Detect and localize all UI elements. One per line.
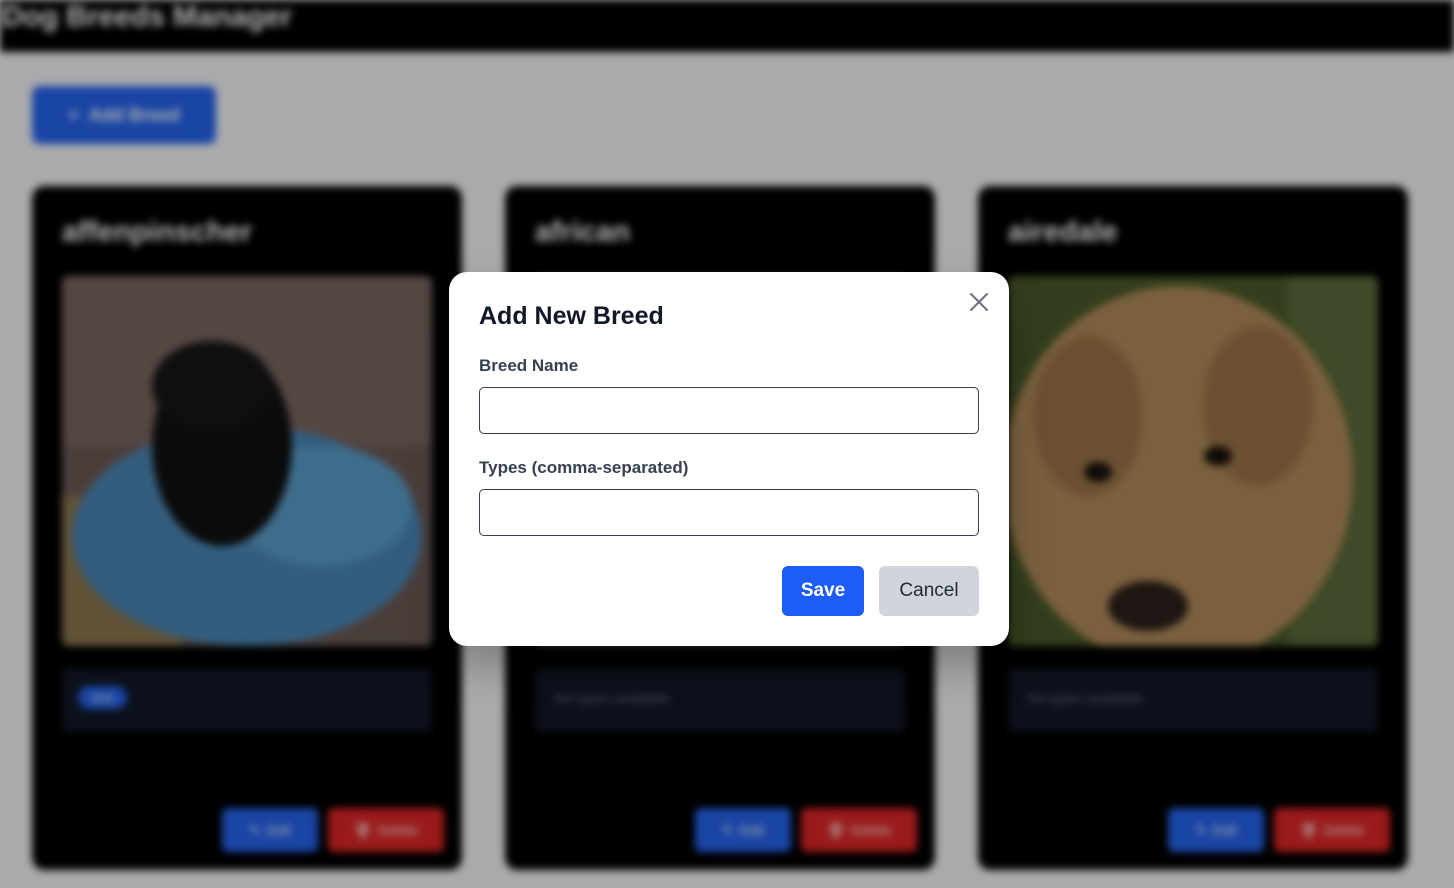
breed-name-input[interactable] <box>479 387 979 434</box>
breed-name-label: Breed Name <box>479 356 579 375</box>
modal-title: Add New Breed <box>479 302 664 330</box>
save-button[interactable]: Save <box>782 566 864 616</box>
add-breed-modal: Add New Breed Breed Name Types (comma-se… <box>449 272 1009 646</box>
cancel-button[interactable]: Cancel <box>879 566 979 616</box>
close-icon[interactable] <box>965 288 993 316</box>
types-label: Types (comma-separated) <box>479 458 689 477</box>
types-input[interactable] <box>479 489 979 536</box>
